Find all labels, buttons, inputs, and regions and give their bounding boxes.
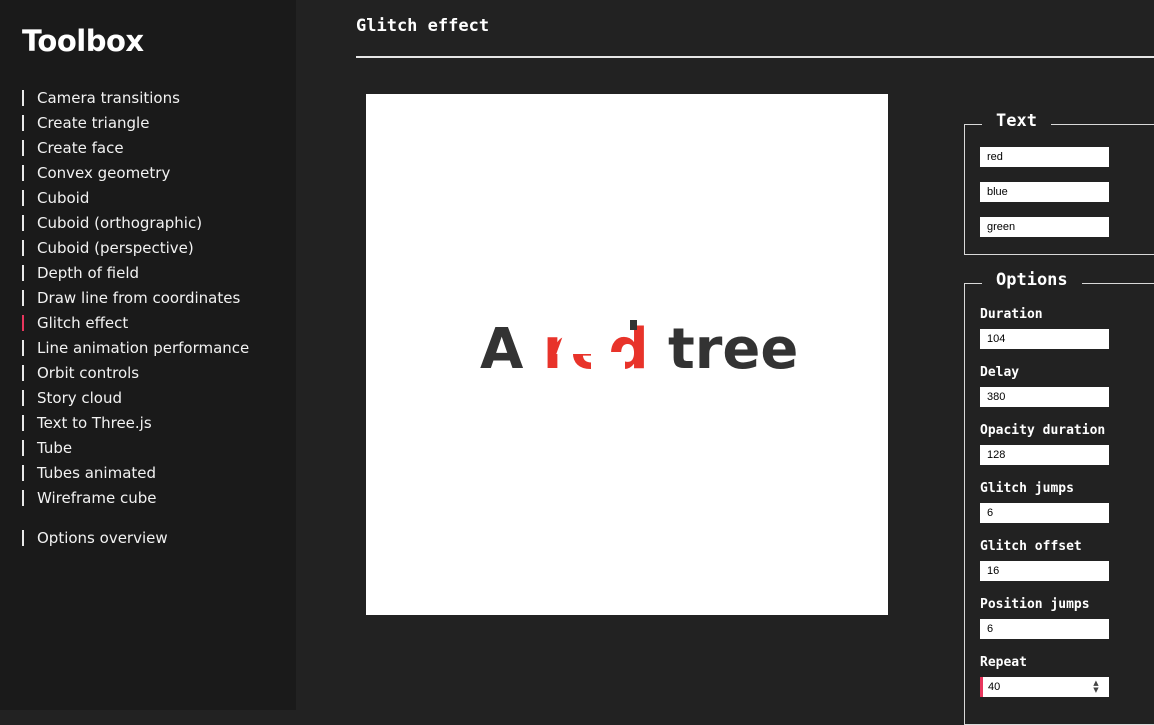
- text-field-3[interactable]: [980, 217, 1109, 237]
- sidebar-item-create-face[interactable]: Create face: [22, 137, 249, 162]
- sidebar-item-create-triangle[interactable]: Create triangle: [22, 112, 249, 137]
- glitch-mask: [590, 352, 625, 378]
- duration-label: Duration: [980, 307, 1043, 322]
- sidebar-item-cuboid-orthographic[interactable]: Cuboid (orthographic): [22, 212, 249, 237]
- options-legend: Options: [982, 270, 1082, 290]
- sidebar-item-text-to-threejs[interactable]: Text to Three.js: [22, 412, 249, 437]
- text-field-2[interactable]: [980, 182, 1109, 202]
- glitch-word-red: red: [543, 322, 649, 378]
- sidebar-item-line-animation[interactable]: Line animation performance: [22, 337, 249, 362]
- opacity-duration-label: Opacity duration: [980, 423, 1106, 438]
- sidebar-item-cuboid[interactable]: Cuboid: [22, 187, 249, 212]
- repeat-input[interactable]: [980, 677, 1109, 697]
- delay-input[interactable]: [980, 387, 1109, 407]
- repeat-label: Repeat: [980, 655, 1027, 670]
- glitch-offset-input[interactable]: [980, 561, 1109, 581]
- glitch-jumps-input[interactable]: [980, 503, 1109, 523]
- sidebar-spacer: [22, 512, 249, 527]
- glitch-mask: [556, 328, 616, 354]
- sidebar-item-cuboid-perspective[interactable]: Cuboid (perspective): [22, 237, 249, 262]
- title-divider: [356, 56, 1154, 58]
- sidebar-item-convex-geometry[interactable]: Convex geometry: [22, 162, 249, 187]
- sidebar-item-tubes-animated[interactable]: Tubes animated: [22, 462, 249, 487]
- sidebar-item-story-cloud[interactable]: Story cloud: [22, 387, 249, 412]
- delay-label: Delay: [980, 365, 1020, 380]
- sidebar-item-wireframe-cube[interactable]: Wireframe cube: [22, 487, 249, 512]
- opacity-duration-input[interactable]: [980, 445, 1109, 465]
- brand-title: Toolbox: [22, 24, 144, 58]
- duration-input[interactable]: [980, 329, 1109, 349]
- repeat-stepper[interactable]: ▲ ▼: [1092, 680, 1100, 694]
- sidebar-nav: Camera transitions Create triangle Creat…: [22, 87, 249, 552]
- glitch-word-a: A: [480, 317, 524, 382]
- position-jumps-input[interactable]: [980, 619, 1109, 639]
- text-field-1[interactable]: [980, 147, 1109, 167]
- sidebar-item-options-overview[interactable]: Options overview: [22, 527, 249, 552]
- sidebar-item-glitch-effect[interactable]: Glitch effect: [22, 312, 249, 337]
- glitch-text: A red tree: [480, 322, 798, 378]
- glitch-fragment: [630, 320, 637, 330]
- sidebar: Toolbox Camera transitions Create triang…: [0, 0, 296, 710]
- render-canvas[interactable]: A red tree: [366, 94, 888, 615]
- sidebar-item-draw-line[interactable]: Draw line from coordinates: [22, 287, 249, 312]
- page-title: Glitch effect: [356, 16, 490, 36]
- sidebar-item-depth-of-field[interactable]: Depth of field: [22, 262, 249, 287]
- sidebar-item-orbit-controls[interactable]: Orbit controls: [22, 362, 249, 387]
- text-legend: Text: [982, 111, 1051, 131]
- glitch-offset-label: Glitch offset: [980, 539, 1082, 554]
- glitch-word-tree: tree: [668, 317, 799, 382]
- position-jumps-label: Position jumps: [980, 597, 1090, 612]
- sidebar-item-camera-transitions[interactable]: Camera transitions: [22, 87, 249, 112]
- glitch-jumps-label: Glitch jumps: [980, 481, 1074, 496]
- sidebar-item-tube[interactable]: Tube: [22, 437, 249, 462]
